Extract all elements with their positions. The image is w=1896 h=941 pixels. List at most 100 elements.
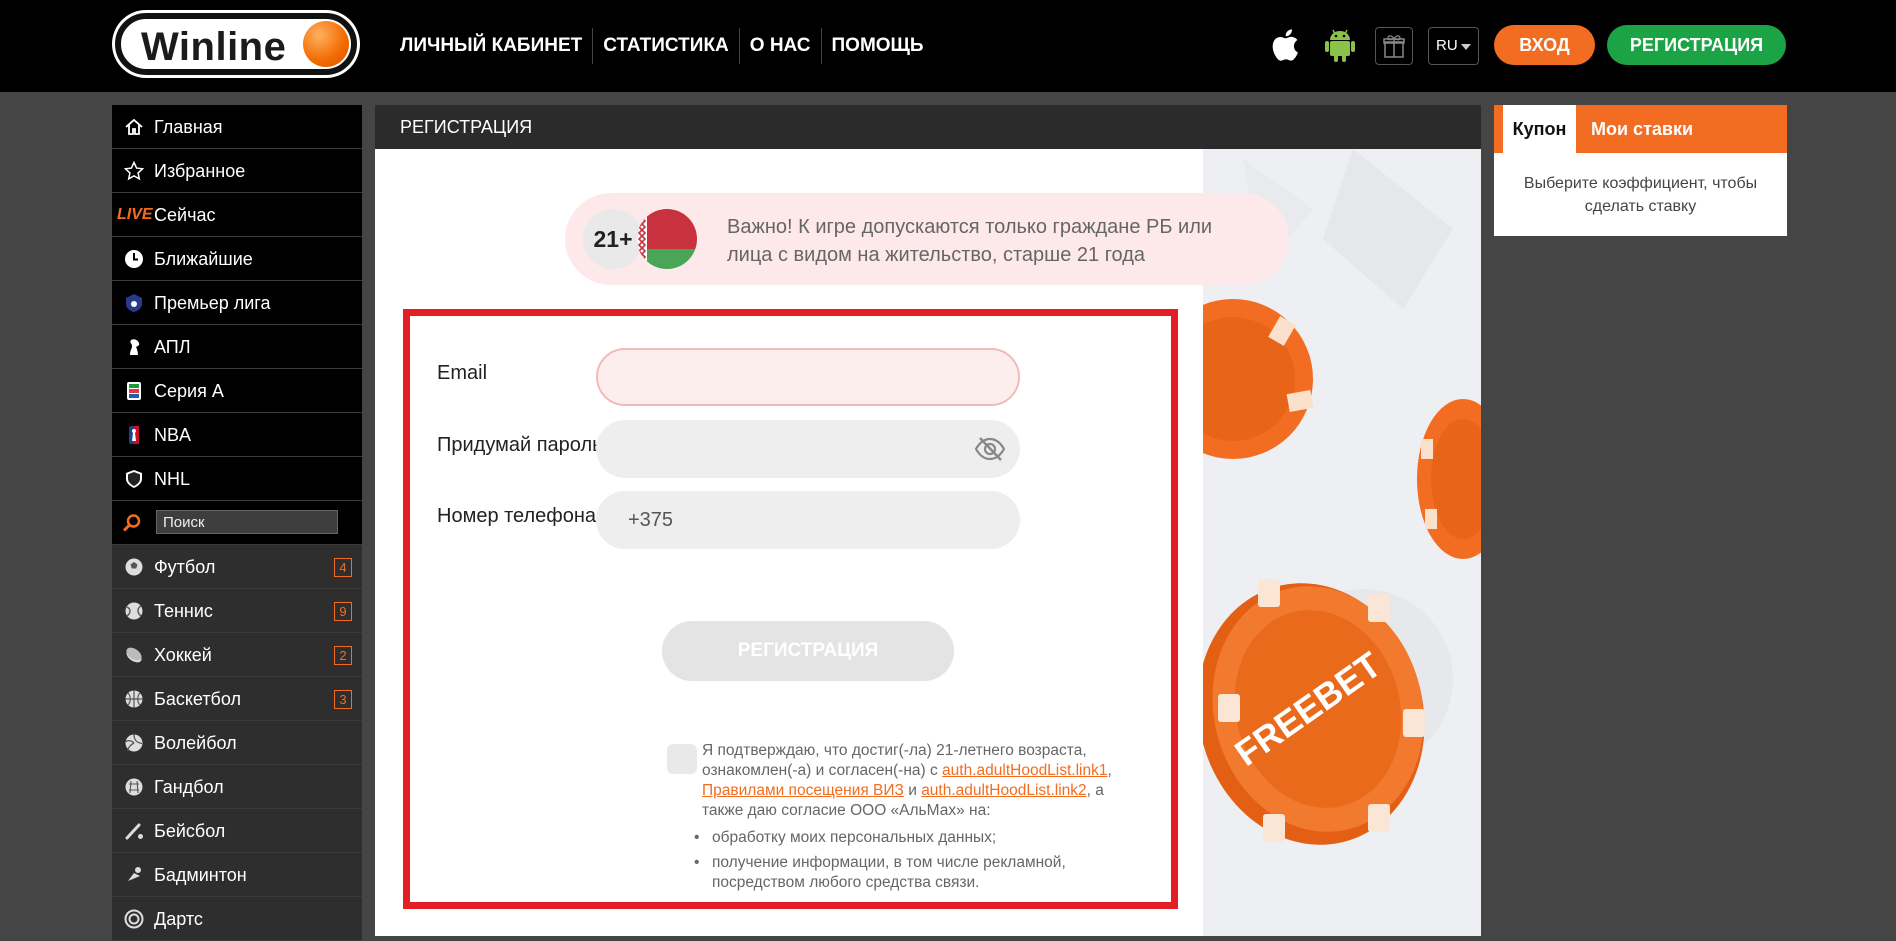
nav-about[interactable]: О НАС xyxy=(738,28,821,64)
sidebar-item-premier-league[interactable]: Премьер лига xyxy=(112,281,362,325)
consent-bullet-text: обработку моих персональных данных; xyxy=(712,829,997,846)
tab-coupon[interactable]: Купон xyxy=(1503,105,1576,153)
consent-bullet-1: • обработку моих персональных данных; xyxy=(694,828,1122,848)
email-label: Email xyxy=(437,362,488,384)
login-button[interactable]: ВХОД xyxy=(1494,25,1595,65)
sidebar-item-label: Бадминтон xyxy=(154,865,247,885)
consent-comma: , xyxy=(1107,762,1112,779)
sidebar-item-label: Ближайшие xyxy=(154,249,253,269)
sidebar-item-label: NBA xyxy=(154,425,192,445)
consent-bullet-text: получение информации, в том числе реклам… xyxy=(712,854,1066,891)
age-notice: 21+ Важно! К игре допускаются только гра… xyxy=(565,193,1289,285)
email-field[interactable] xyxy=(596,348,1020,406)
sidebar-item-label: Бейсбол xyxy=(154,821,226,841)
sidebar-item-sport[interactable]: Волейбол xyxy=(112,721,362,765)
consent-checkbox[interactable] xyxy=(667,744,697,774)
coupon-tabs: Купон Мои ставки xyxy=(1494,105,1787,153)
event-count-badge: 2 xyxy=(334,646,352,665)
star-icon xyxy=(124,161,144,181)
coupon-empty-message: Выберите коэффициент, чтобы сделать став… xyxy=(1523,175,1758,215)
gift-icon[interactable] xyxy=(1375,27,1413,65)
badminton-icon xyxy=(128,867,141,881)
logo-text: Winline xyxy=(141,25,287,69)
sidebar-item-sport[interactable]: Бадминтон xyxy=(112,853,362,897)
phone-label: Номер телефона xyxy=(437,505,597,527)
nav-statistics[interactable]: СТАТИСТИКА xyxy=(592,28,739,64)
sidebar-item-sport[interactable]: Теннис 9 xyxy=(112,589,362,633)
eye-hidden-icon[interactable] xyxy=(974,436,1006,462)
password-label: Придумай пароль xyxy=(437,434,603,456)
phone-field[interactable]: +375 xyxy=(596,491,1020,549)
tennis-icon xyxy=(125,602,143,620)
epl-icon xyxy=(130,339,140,355)
language-value: RU xyxy=(1436,37,1458,54)
sidebar-item-label: Хоккей xyxy=(154,645,212,665)
age-badge: 21+ xyxy=(583,209,643,269)
sidebar-item-label: Серия А xyxy=(154,381,224,401)
sidebar-item-sport[interactable]: Гандбол xyxy=(112,765,362,809)
nav-help[interactable]: ПОМОЩЬ xyxy=(820,28,934,64)
registration-form: Email Придумай пароль Номер телефона +37… xyxy=(403,309,1178,909)
sports-list: Футбол 4 Теннис 9 Хоккей 2 Баскетбол 3 Волейбол Г… xyxy=(112,545,362,941)
sidebar-item-label: Волейбол xyxy=(154,733,237,753)
consent-text: Я подтверждаю, что достиг(-ла) 21-летнег… xyxy=(702,741,1142,821)
sidebar-item-label: Дартс xyxy=(154,909,203,929)
sidebar-item-label: Сейчас xyxy=(154,205,216,225)
rules-link[interactable]: Правилами посещения ВИЗ xyxy=(702,782,904,799)
sidebar-item-sport[interactable]: Бейсбол xyxy=(112,809,362,853)
volleyball-icon xyxy=(125,734,143,752)
consent-bullet-2: • получение информации, в том числе рекла… xyxy=(694,853,1122,893)
sidebar-item-sport[interactable]: Хоккей 2 xyxy=(112,633,362,677)
clock-icon xyxy=(125,250,143,268)
baseball-icon xyxy=(125,823,143,840)
sidebar-item-label: Главная xyxy=(154,117,223,137)
sidebar-item-label: АПЛ xyxy=(154,337,191,357)
home-icon xyxy=(125,118,143,135)
sidebar-item-epl[interactable]: АПЛ xyxy=(112,325,362,369)
search-icon[interactable] xyxy=(122,513,142,533)
sidebar-item-label: Баскетбол xyxy=(154,689,241,709)
sidebar-item-sport[interactable]: Футбол 4 xyxy=(112,545,362,589)
age-notice-text: Важно! К игре допускаются только граждан… xyxy=(727,216,1213,266)
nav-account[interactable]: ЛИЧНЫЙ КАБИНЕТ xyxy=(392,28,592,64)
sidebar-search: Поиск xyxy=(112,501,362,545)
tab-my-bets[interactable]: Мои ставки xyxy=(1591,105,1693,153)
premier-league-icon xyxy=(126,294,142,312)
adulthood-link-2[interactable]: auth.adultHoodList.link2 xyxy=(921,782,1086,799)
adulthood-link-1[interactable]: auth.adultHoodList.link1 xyxy=(942,762,1107,779)
sidebar-item-live[interactable]: LIVE Сейчас xyxy=(112,193,362,237)
page-title: РЕГИСТРАЦИЯ xyxy=(375,105,1481,149)
event-count-badge: 4 xyxy=(334,558,352,577)
consent-and: и xyxy=(903,782,922,799)
darts-icon xyxy=(124,909,144,929)
sidebar-item-label: Гандбол xyxy=(154,777,224,797)
sidebar-item-nba[interactable]: NBA xyxy=(112,413,362,457)
android-icon[interactable] xyxy=(1322,26,1358,64)
nba-icon xyxy=(129,426,139,444)
language-select[interactable]: RU xyxy=(1428,27,1479,65)
live-icon: LIVE xyxy=(117,206,153,223)
submit-registration-button[interactable]: РЕГИСТРАЦИЯ xyxy=(662,621,954,681)
logo-ball-icon xyxy=(303,21,349,67)
sidebar: Главная Избранное LIVE Сейчас Ближайшие … xyxy=(112,105,362,941)
apple-icon[interactable] xyxy=(1270,26,1306,64)
sidebar-item-upcoming[interactable]: Ближайшие xyxy=(112,237,362,281)
football-icon xyxy=(125,558,143,576)
register-button[interactable]: РЕГИСТРАЦИЯ xyxy=(1607,25,1786,65)
sidebar-item-nhl[interactable]: NHL xyxy=(112,457,362,501)
sidebar-item-sport[interactable]: Дартс xyxy=(112,897,362,941)
search-input[interactable]: Поиск xyxy=(156,510,338,534)
sidebar-item-favorites[interactable]: Избранное xyxy=(112,149,362,193)
handball-icon xyxy=(125,778,143,796)
sidebar-item-serie-a[interactable]: Серия А xyxy=(112,369,362,413)
winline-logo[interactable]: Winline xyxy=(115,13,357,75)
sidebar-item-sport[interactable]: Баскетбол 3 xyxy=(112,677,362,721)
chevron-down-icon xyxy=(1461,44,1471,50)
sidebar-item-label: Теннис xyxy=(154,601,213,621)
sidebar-item-label: Футбол xyxy=(154,557,216,577)
sidebar-item-home[interactable]: Главная xyxy=(112,105,362,149)
password-field[interactable] xyxy=(596,420,1020,478)
registration-panel: FREEBET 21+ Важно! К игре допускаются то… xyxy=(375,149,1481,936)
sidebar-item-label: Избранное xyxy=(154,161,246,181)
serie-a-icon xyxy=(127,382,141,400)
